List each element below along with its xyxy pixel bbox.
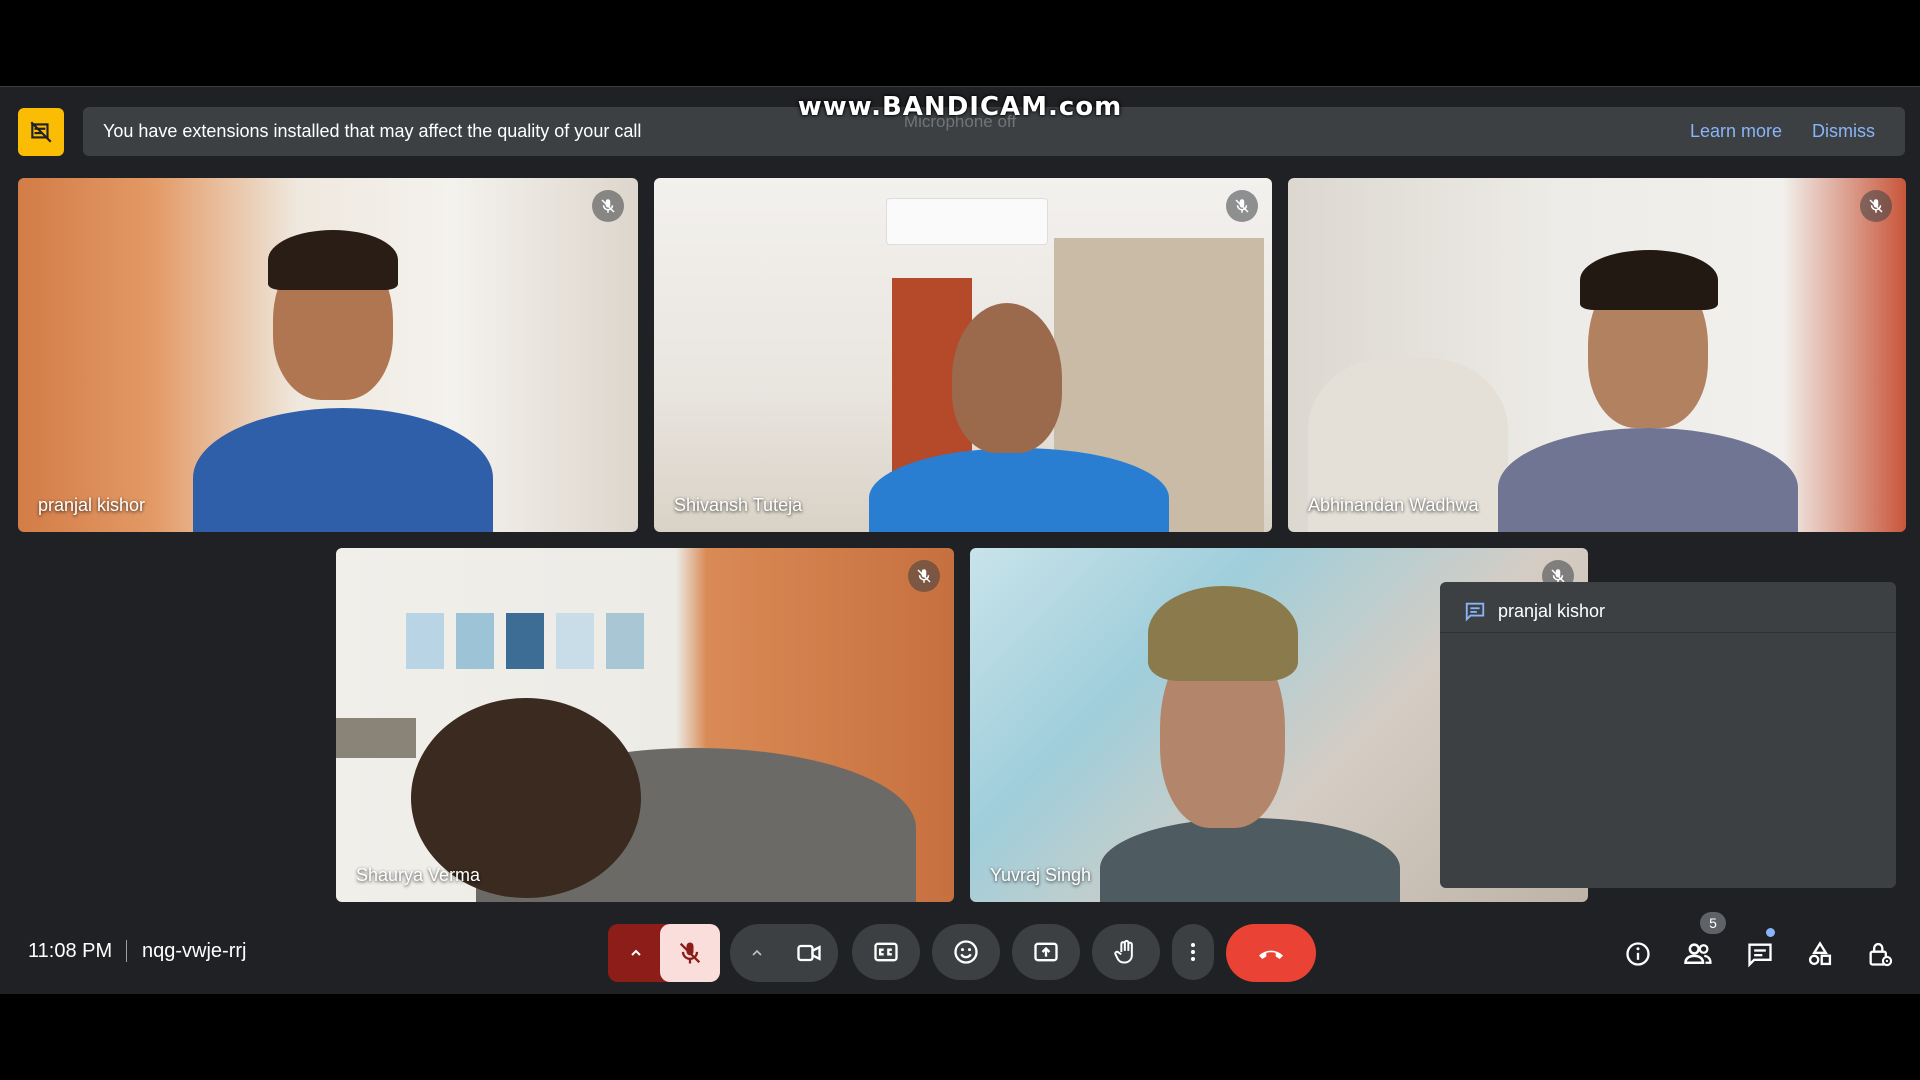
dismiss-button[interactable]: Dismiss (1812, 121, 1875, 142)
info-icon (1626, 942, 1650, 966)
present-icon (1034, 942, 1058, 962)
emoji-icon (954, 940, 978, 964)
chat-button[interactable] (1738, 932, 1782, 976)
captions-button[interactable] (852, 924, 920, 980)
participant-video (1100, 818, 1400, 902)
participant-tile[interactable]: Abhinandan Wadhwa (1288, 178, 1906, 532)
end-call-icon (1259, 950, 1283, 959)
air-conditioner (886, 198, 1048, 245)
wall-posters (406, 613, 666, 673)
muted-mic-icon (592, 190, 624, 222)
participant-name: Abhinandan Wadhwa (1308, 495, 1479, 515)
participant-video (193, 408, 493, 532)
participant-tile[interactable]: Shivansh Tuteja (654, 178, 1272, 532)
participant-hair (1580, 250, 1718, 310)
divider (1440, 632, 1896, 633)
leave-call-button[interactable] (1226, 924, 1316, 982)
raise-hand-button[interactable] (1092, 924, 1160, 980)
letterbox-top (0, 0, 1920, 86)
host-controls-button[interactable] (1858, 932, 1902, 976)
participant-name: Shivansh Tuteja (674, 495, 803, 515)
participant-tile[interactable]: pranjal kishor (18, 178, 638, 532)
people-icon (1684, 943, 1712, 964)
caret-up-icon (752, 949, 762, 956)
chat-icon (1464, 600, 1486, 622)
bandicam-watermark: www.BANDICAM.com (797, 92, 1123, 122)
more-options-button[interactable] (1172, 924, 1214, 980)
participant-name: pranjal kishor (38, 495, 146, 515)
shelf (336, 718, 416, 758)
participant-turban (1148, 586, 1298, 681)
more-vert-icon (1191, 943, 1195, 961)
participant-name: Shaurya Verma (356, 865, 481, 885)
participant-face (952, 303, 1062, 453)
caret-up-icon (631, 949, 641, 956)
letterbox-bottom (0, 994, 1920, 1080)
meeting-details-button[interactable] (1616, 932, 1660, 976)
camera-icon (797, 944, 821, 962)
meeting-time: 11:08 PM (28, 940, 113, 962)
raise-hand-icon (1114, 940, 1133, 964)
participant-video (1498, 428, 1798, 532)
camera-toggle-button[interactable] (780, 924, 838, 982)
muted-mic-icon (1226, 190, 1258, 222)
participant-name: Yuvraj Singh (990, 865, 1092, 885)
learn-more-link[interactable]: Learn more (1690, 121, 1782, 142)
chat-preview-panel[interactable]: pranjal kishor (1440, 582, 1896, 888)
divider (126, 940, 127, 962)
chat-icon (1748, 943, 1772, 968)
present-button[interactable] (1012, 924, 1080, 980)
people-button[interactable] (1676, 932, 1720, 976)
participant-hair (268, 230, 398, 290)
meeting-code[interactable]: nqg-vwje-rrj (142, 940, 246, 963)
mic-off-icon (679, 942, 701, 964)
new-message-dot (1766, 928, 1775, 937)
audio-settings-button[interactable] (608, 924, 664, 982)
host-controls-icon (1869, 942, 1893, 967)
captions-icon (874, 942, 898, 962)
mic-toggle-button[interactable] (660, 924, 720, 982)
muted-mic-icon (908, 560, 940, 592)
activities-icon (1808, 941, 1832, 966)
people-count-badge: 5 (1700, 912, 1726, 934)
video-settings-button[interactable] (730, 924, 784, 982)
reactions-button[interactable] (932, 924, 1000, 980)
chat-sender-name: pranjal kishor (1498, 600, 1606, 621)
muted-mic-icon (1860, 190, 1892, 222)
activities-button[interactable] (1798, 932, 1842, 976)
participant-tile[interactable]: Shaurya Verma (336, 548, 954, 902)
